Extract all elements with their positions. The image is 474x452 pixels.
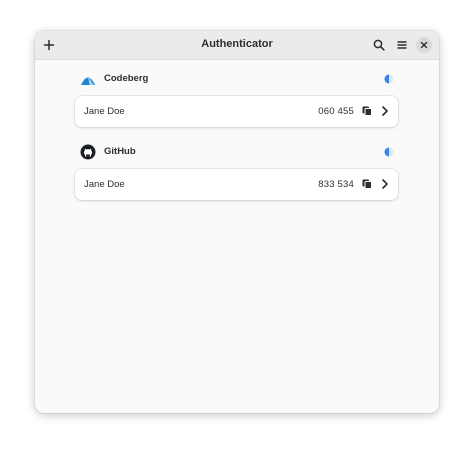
authenticator-window: Authenticator Codeberg Jane Doe 060 455 … xyxy=(35,31,439,413)
account-name: Jane Doe xyxy=(84,106,125,117)
search-button[interactable] xyxy=(369,35,389,55)
provider-name: GitHub xyxy=(104,146,136,157)
code-timer-icon xyxy=(384,74,394,84)
provider-header-github: GitHub xyxy=(75,141,400,165)
codeberg-logo-icon xyxy=(81,76,95,85)
close-icon xyxy=(420,41,428,49)
headerbar: Authenticator xyxy=(35,31,439,60)
search-icon xyxy=(373,39,385,51)
chevron-right-icon[interactable] xyxy=(379,105,391,117)
github-logo-icon xyxy=(80,144,96,160)
copy-icon[interactable] xyxy=(361,178,373,190)
chevron-right-icon[interactable] xyxy=(379,178,391,190)
close-button[interactable] xyxy=(416,37,432,53)
provider-name: Codeberg xyxy=(104,73,149,84)
otp-code: 060 455 xyxy=(318,106,354,117)
account-row-codeberg-jane-doe[interactable]: Jane Doe 060 455 xyxy=(75,96,398,127)
provider-header-codeberg: Codeberg xyxy=(75,68,400,92)
main-menu-button[interactable] xyxy=(392,35,412,55)
copy-icon[interactable] xyxy=(361,105,373,117)
hamburger-menu-icon xyxy=(397,41,407,49)
account-name: Jane Doe xyxy=(84,179,125,190)
account-row-github-jane-doe[interactable]: Jane Doe 833 534 xyxy=(75,169,398,200)
code-timer-icon xyxy=(384,147,394,157)
otp-code: 833 534 xyxy=(318,179,354,190)
